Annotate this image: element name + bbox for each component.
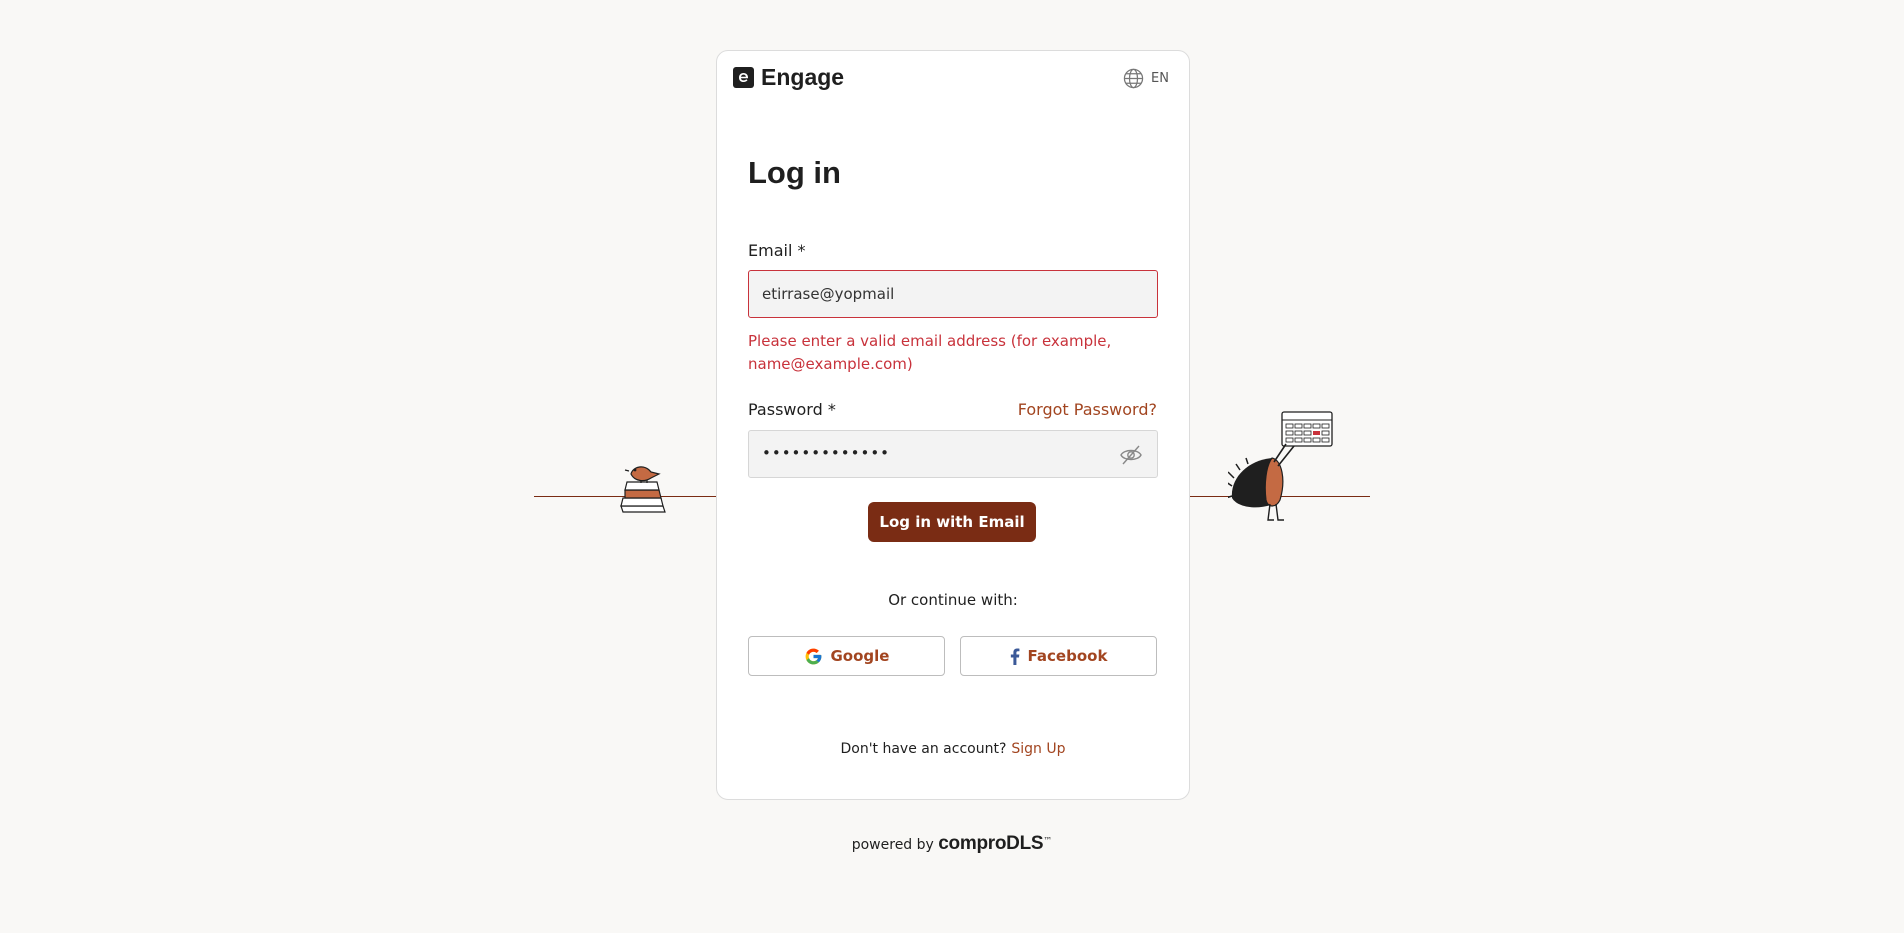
brand: Engage: [733, 64, 844, 91]
password-field[interactable]: •••••••••••••: [748, 430, 1158, 478]
email-label: Email *: [748, 241, 806, 260]
email-field[interactable]: [748, 270, 1158, 318]
google-label: Google: [830, 647, 890, 665]
signup-prompt: Don't have an account? Sign Up: [717, 741, 1189, 757]
powered-by-footer: powered by comproDLS™: [0, 833, 1904, 855]
facebook-icon: [1010, 647, 1019, 665]
google-login-button[interactable]: Google: [748, 636, 945, 676]
globe-icon: [1123, 68, 1144, 89]
no-account-text: Don't have an account?: [840, 741, 1007, 757]
sign-up-link[interactable]: Sign Up: [1011, 741, 1065, 757]
password-label: Password *: [748, 400, 836, 419]
password-value: •••••••••••••: [762, 444, 891, 462]
powered-by-text: powered by: [851, 837, 934, 853]
brand-name: Engage: [761, 64, 845, 90]
or-continue-text: Or continue with:: [888, 591, 1018, 609]
trademark-symbol: ™: [1043, 836, 1053, 847]
hedgehog-calendar-illustration: [1228, 411, 1333, 521]
eye-off-icon[interactable]: [1119, 444, 1143, 466]
email-error-message: Please enter a valid email address (for …: [748, 332, 1112, 373]
login-card: Engage EN Log in Email * Please enter a …: [716, 50, 1190, 800]
comprodls-logo: comproDLS: [938, 833, 1044, 854]
login-with-email-button[interactable]: Log in with Email: [868, 502, 1036, 542]
books-bird-illustration: [620, 466, 666, 513]
engage-logo-icon: [733, 67, 754, 88]
facebook-login-button[interactable]: Facebook: [960, 636, 1157, 676]
language-selector[interactable]: EN: [1123, 68, 1169, 89]
google-icon: [805, 648, 821, 664]
facebook-label: Facebook: [1027, 647, 1108, 665]
language-code: EN: [1151, 71, 1169, 86]
page-title: Log in: [748, 155, 841, 190]
forgot-password-link[interactable]: Forgot Password?: [1018, 400, 1157, 419]
